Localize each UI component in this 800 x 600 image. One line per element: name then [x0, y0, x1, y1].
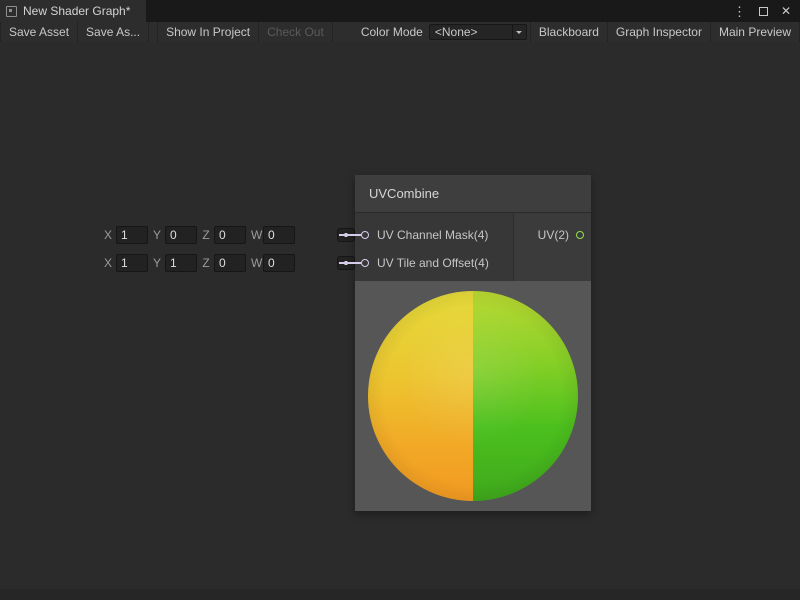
unity-shader-graph-window: New Shader Graph* ⋮ ✕ Save Asset Save As… [0, 0, 800, 600]
vector-component-z: Z [202, 254, 246, 272]
tab-new-shader-graph[interactable]: New Shader Graph* [0, 0, 146, 22]
component-label-y: Y [153, 256, 161, 270]
tab-title: New Shader Graph* [23, 4, 130, 18]
color-mode-label: Color Mode [361, 25, 423, 39]
show-in-project-button[interactable]: Show In Project [157, 22, 259, 42]
component-label-w: W [251, 228, 259, 242]
output-port-label: UV(2) [538, 228, 569, 242]
close-icon[interactable]: ✕ [781, 5, 791, 17]
input-port-row: UV Channel Mask(4) [355, 221, 513, 249]
color-mode-value: <None> [430, 25, 512, 39]
toolbar: Save Asset Save As... Show In Project Ch… [0, 22, 800, 42]
save-as-button[interactable]: Save As... [78, 22, 149, 42]
edge-wire[interactable] [339, 234, 361, 236]
component-value-y[interactable] [165, 254, 197, 272]
input-port-icon[interactable] [361, 259, 369, 267]
main-preview-button[interactable]: Main Preview [711, 22, 800, 42]
maximize-icon[interactable] [759, 7, 768, 16]
vector-component-x: X [104, 254, 148, 272]
toolbar-gap [149, 22, 157, 42]
vector-component-z: Z [202, 226, 246, 244]
color-mode-dropdown[interactable]: <None> [429, 24, 527, 40]
component-value-x[interactable] [116, 226, 148, 244]
input-port-row: UV Tile and Offset(4) [355, 249, 513, 277]
uvcombine-node[interactable]: UVCombine UV Channel Mask(4) UV Tile and… [355, 175, 591, 511]
sphere-left-half [368, 291, 473, 501]
component-label-w: W [251, 256, 259, 270]
edge-wire[interactable] [339, 262, 361, 264]
node-body: UV Channel Mask(4) UV Tile and Offset(4)… [355, 213, 591, 281]
graph-inspector-button[interactable]: Graph Inspector [608, 22, 711, 42]
component-value-z[interactable] [214, 226, 246, 244]
input-port-icon[interactable] [361, 231, 369, 239]
shader-graph-asset-icon [6, 6, 17, 17]
blackboard-button[interactable]: Blackboard [530, 22, 608, 42]
component-value-w[interactable] [263, 254, 295, 272]
vector-component-y: Y [153, 254, 197, 272]
vector-component-y: Y [153, 226, 197, 244]
preview-sphere [368, 291, 578, 501]
node-input-ports: UV Channel Mask(4) UV Tile and Offset(4) [355, 213, 513, 281]
input-port-label: UV Tile and Offset(4) [377, 256, 489, 270]
vector-component-x: X [104, 226, 148, 244]
vector4-input-row-1: X Y Z W [104, 226, 355, 244]
component-value-w[interactable] [263, 226, 295, 244]
chevron-down-icon [512, 25, 526, 39]
vector-component-w: W [251, 226, 295, 244]
component-label-x: X [104, 228, 112, 242]
sphere-right-half [473, 291, 578, 501]
node-output-section: UV(2) [513, 213, 591, 281]
output-port-row: UV(2) [538, 221, 584, 249]
component-value-y[interactable] [165, 226, 197, 244]
vector4-input-row-2: X Y Z W [104, 254, 355, 272]
color-mode-control: Color Mode <None> [361, 22, 527, 42]
save-asset-button[interactable]: Save Asset [0, 22, 78, 42]
window-bottom-edge [0, 589, 800, 600]
window-controls: ⋮ ✕ [733, 0, 800, 22]
output-port-icon[interactable] [576, 231, 584, 239]
tab-bar: New Shader Graph* ⋮ ✕ [0, 0, 800, 22]
node-title: UVCombine [369, 186, 439, 201]
more-menu-icon[interactable]: ⋮ [733, 5, 746, 18]
input-port-label: UV Channel Mask(4) [377, 228, 488, 242]
component-label-z: Z [202, 228, 210, 242]
component-label-x: X [104, 256, 112, 270]
check-out-button[interactable]: Check Out [259, 22, 333, 42]
component-label-z: Z [202, 256, 210, 270]
vector-component-w: W [251, 254, 295, 272]
component-value-z[interactable] [214, 254, 246, 272]
node-preview [355, 281, 591, 511]
component-label-y: Y [153, 228, 161, 242]
graph-canvas[interactable]: X Y Z W X [0, 42, 800, 600]
component-value-x[interactable] [116, 254, 148, 272]
node-header[interactable]: UVCombine [355, 175, 591, 213]
